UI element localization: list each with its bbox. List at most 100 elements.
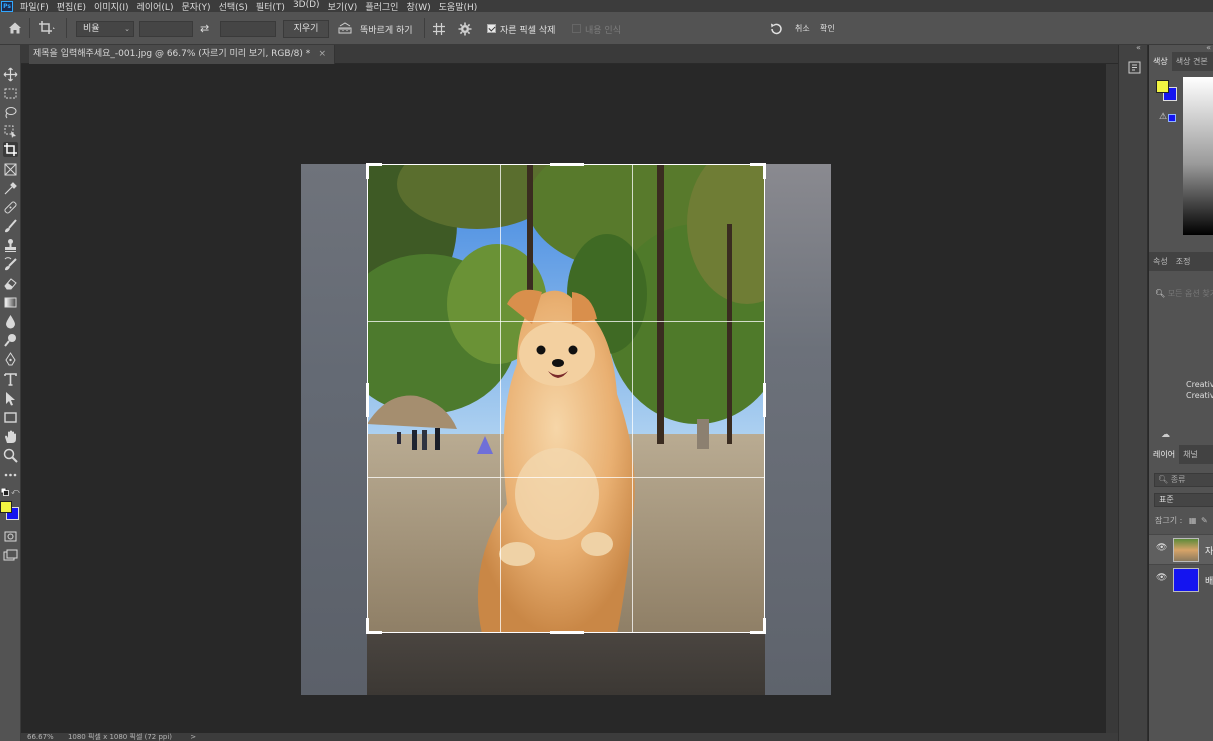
object-selection-tool-icon[interactable] — [3, 124, 18, 139]
history-panel-icon[interactable] — [1128, 61, 1141, 74]
healing-brush-tool-icon[interactable] — [3, 200, 18, 215]
crop-tool-preset-icon[interactable] — [38, 20, 56, 36]
ratio-dropdown[interactable]: 비율 ⌄ — [76, 21, 134, 37]
properties-search[interactable]: 🔍︎ 모든 옵션 찾기 — [1155, 288, 1213, 299]
tab-layers[interactable]: 레이어 — [1149, 445, 1180, 464]
quick-mask-icon[interactable] — [3, 529, 18, 544]
move-tool-icon[interactable] — [3, 67, 18, 82]
color-picker-field[interactable] — [1183, 77, 1213, 235]
document-tab[interactable]: 제목을 입력해주세요_-001.jpg @ 66.7% (자르기 미리 보기, … — [29, 45, 335, 64]
menu-filter[interactable]: 필터(T) — [256, 0, 285, 13]
status-arrow[interactable]: > — [190, 733, 196, 741]
straighten-label[interactable]: 똑바르게 하기 — [360, 23, 413, 36]
crop-handle-top-right[interactable] — [750, 163, 766, 179]
crop-handle-right[interactable] — [763, 383, 766, 417]
menu-plugins[interactable]: 플러그인 — [365, 0, 398, 13]
menu-help[interactable]: 도움말(H) — [439, 0, 478, 13]
rectangle-tool-icon[interactable] — [3, 410, 18, 425]
gradient-tool-icon[interactable] — [3, 295, 18, 310]
menu-3d[interactable]: 3D(D) — [293, 0, 320, 13]
type-tool-icon[interactable] — [3, 372, 18, 387]
crop-handle-top[interactable] — [550, 163, 584, 166]
tab-channels[interactable]: 채널 — [1179, 445, 1202, 464]
blur-tool-icon[interactable] — [3, 314, 18, 329]
properties-panel-tabs: 속성 조정 — [1149, 252, 1213, 271]
default-colors-icon[interactable] — [0, 487, 9, 496]
panel-foreground-swatch[interactable] — [1156, 80, 1169, 93]
menu-file[interactable]: 파일(F) — [20, 0, 49, 13]
lock-transparency-icon[interactable]: ▦ — [1189, 516, 1197, 525]
crop-tool-icon[interactable] — [3, 142, 18, 157]
creative-text-2: Creative — [1186, 391, 1213, 400]
tab-swatches[interactable]: 색상 견본 — [1172, 52, 1212, 71]
marquee-tool-icon[interactable] — [3, 86, 18, 101]
menu-select[interactable]: 선택(S) — [219, 0, 248, 13]
tab-color[interactable]: 색상 — [1149, 52, 1172, 71]
eyedropper-tool-icon[interactable] — [3, 181, 18, 196]
pen-tool-icon[interactable] — [3, 352, 18, 367]
crop-box[interactable] — [366, 163, 766, 634]
gear-icon[interactable] — [458, 22, 472, 36]
lock-paint-icon[interactable]: ✎ — [1201, 516, 1208, 525]
crop-handle-top-left[interactable] — [366, 163, 382, 179]
tab-properties[interactable]: 속성 — [1149, 252, 1172, 271]
close-icon[interactable]: × — [318, 45, 326, 64]
zoom-level[interactable]: 66.67% — [27, 733, 54, 741]
menu-view[interactable]: 보기(V) — [328, 0, 358, 13]
crop-handle-bottom-left[interactable] — [366, 618, 382, 634]
brush-tool-icon[interactable] — [3, 219, 18, 234]
tab-adjustments[interactable]: 조정 — [1172, 252, 1195, 271]
path-selection-tool-icon[interactable] — [3, 391, 18, 406]
clear-button[interactable]: 지우기 — [283, 20, 329, 38]
more-tools-icon[interactable] — [3, 467, 18, 482]
layer-item[interactable]: 👁︎ 자르기 — [1149, 534, 1213, 564]
cloud-icon[interactable]: ☁ — [1161, 430, 1170, 440]
content-aware-checkbox[interactable] — [572, 24, 581, 33]
delete-cropped-pixels-label: 자른 픽셀 삭제 — [500, 26, 556, 36]
clone-stamp-tool-icon[interactable] — [3, 238, 18, 253]
eraser-tool-icon[interactable] — [3, 276, 18, 291]
history-brush-tool-icon[interactable] — [3, 257, 18, 272]
layer-item[interactable]: 👁︎ 배경 — [1149, 564, 1213, 594]
blend-mode-select[interactable]: 표준 — [1154, 493, 1213, 507]
reset-icon[interactable] — [769, 22, 783, 36]
crop-grid-line — [368, 477, 764, 478]
swap-colors-icon[interactable]: ⤺ — [11, 487, 20, 496]
crop-handle-left[interactable] — [366, 383, 369, 417]
grid-overlay-icon[interactable] — [432, 22, 446, 36]
zoom-tool-icon[interactable] — [3, 448, 18, 463]
cancel-button[interactable]: 취소 — [795, 23, 810, 34]
screen-mode-icon[interactable] — [3, 548, 18, 563]
height-ratio-input[interactable] — [220, 21, 276, 37]
menu-type[interactable]: 문자(Y) — [181, 0, 210, 13]
visibility-eye-icon[interactable]: 👁︎ — [1156, 573, 1167, 583]
menu-layer[interactable]: 레이어(L) — [137, 0, 174, 13]
menu-window[interactable]: 창(W) — [406, 0, 430, 13]
vertical-scrollbar[interactable] — [1106, 64, 1118, 733]
collapse-right-icon[interactable]: « — [1206, 43, 1211, 52]
hand-tool-icon[interactable] — [3, 429, 18, 444]
collapse-panels-icon[interactable]: « — [1136, 43, 1141, 52]
crop-grid-line — [500, 165, 501, 632]
visibility-eye-icon[interactable]: 👁︎ — [1156, 543, 1167, 553]
delete-cropped-pixels-checkbox[interactable] — [487, 24, 496, 33]
websafe-color-icon[interactable] — [1168, 114, 1176, 122]
separator — [29, 18, 30, 38]
gamut-warning-icon[interactable]: ⚠ — [1159, 112, 1167, 122]
layer-name[interactable]: 배경 — [1205, 574, 1213, 587]
home-icon[interactable] — [8, 21, 22, 35]
commit-button[interactable]: 확인 — [820, 23, 835, 34]
menu-edit[interactable]: 편집(E) — [57, 0, 86, 13]
menu-image[interactable]: 이미지(I) — [94, 0, 129, 13]
frame-tool-icon[interactable] — [3, 162, 18, 177]
straighten-icon[interactable] — [338, 22, 352, 36]
width-ratio-input[interactable] — [139, 21, 193, 37]
crop-handle-bottom[interactable] — [550, 631, 584, 634]
lasso-tool-icon[interactable] — [3, 105, 18, 120]
foreground-color-swatch[interactable] — [0, 501, 12, 513]
crop-handle-bottom-right[interactable] — [750, 618, 766, 634]
layer-filter-select[interactable]: 🔍︎ 종류 — [1154, 473, 1213, 487]
swap-icon[interactable]: ⇄ — [200, 22, 209, 35]
layer-name[interactable]: 자르기 — [1205, 544, 1213, 557]
dodge-tool-icon[interactable] — [3, 333, 18, 348]
